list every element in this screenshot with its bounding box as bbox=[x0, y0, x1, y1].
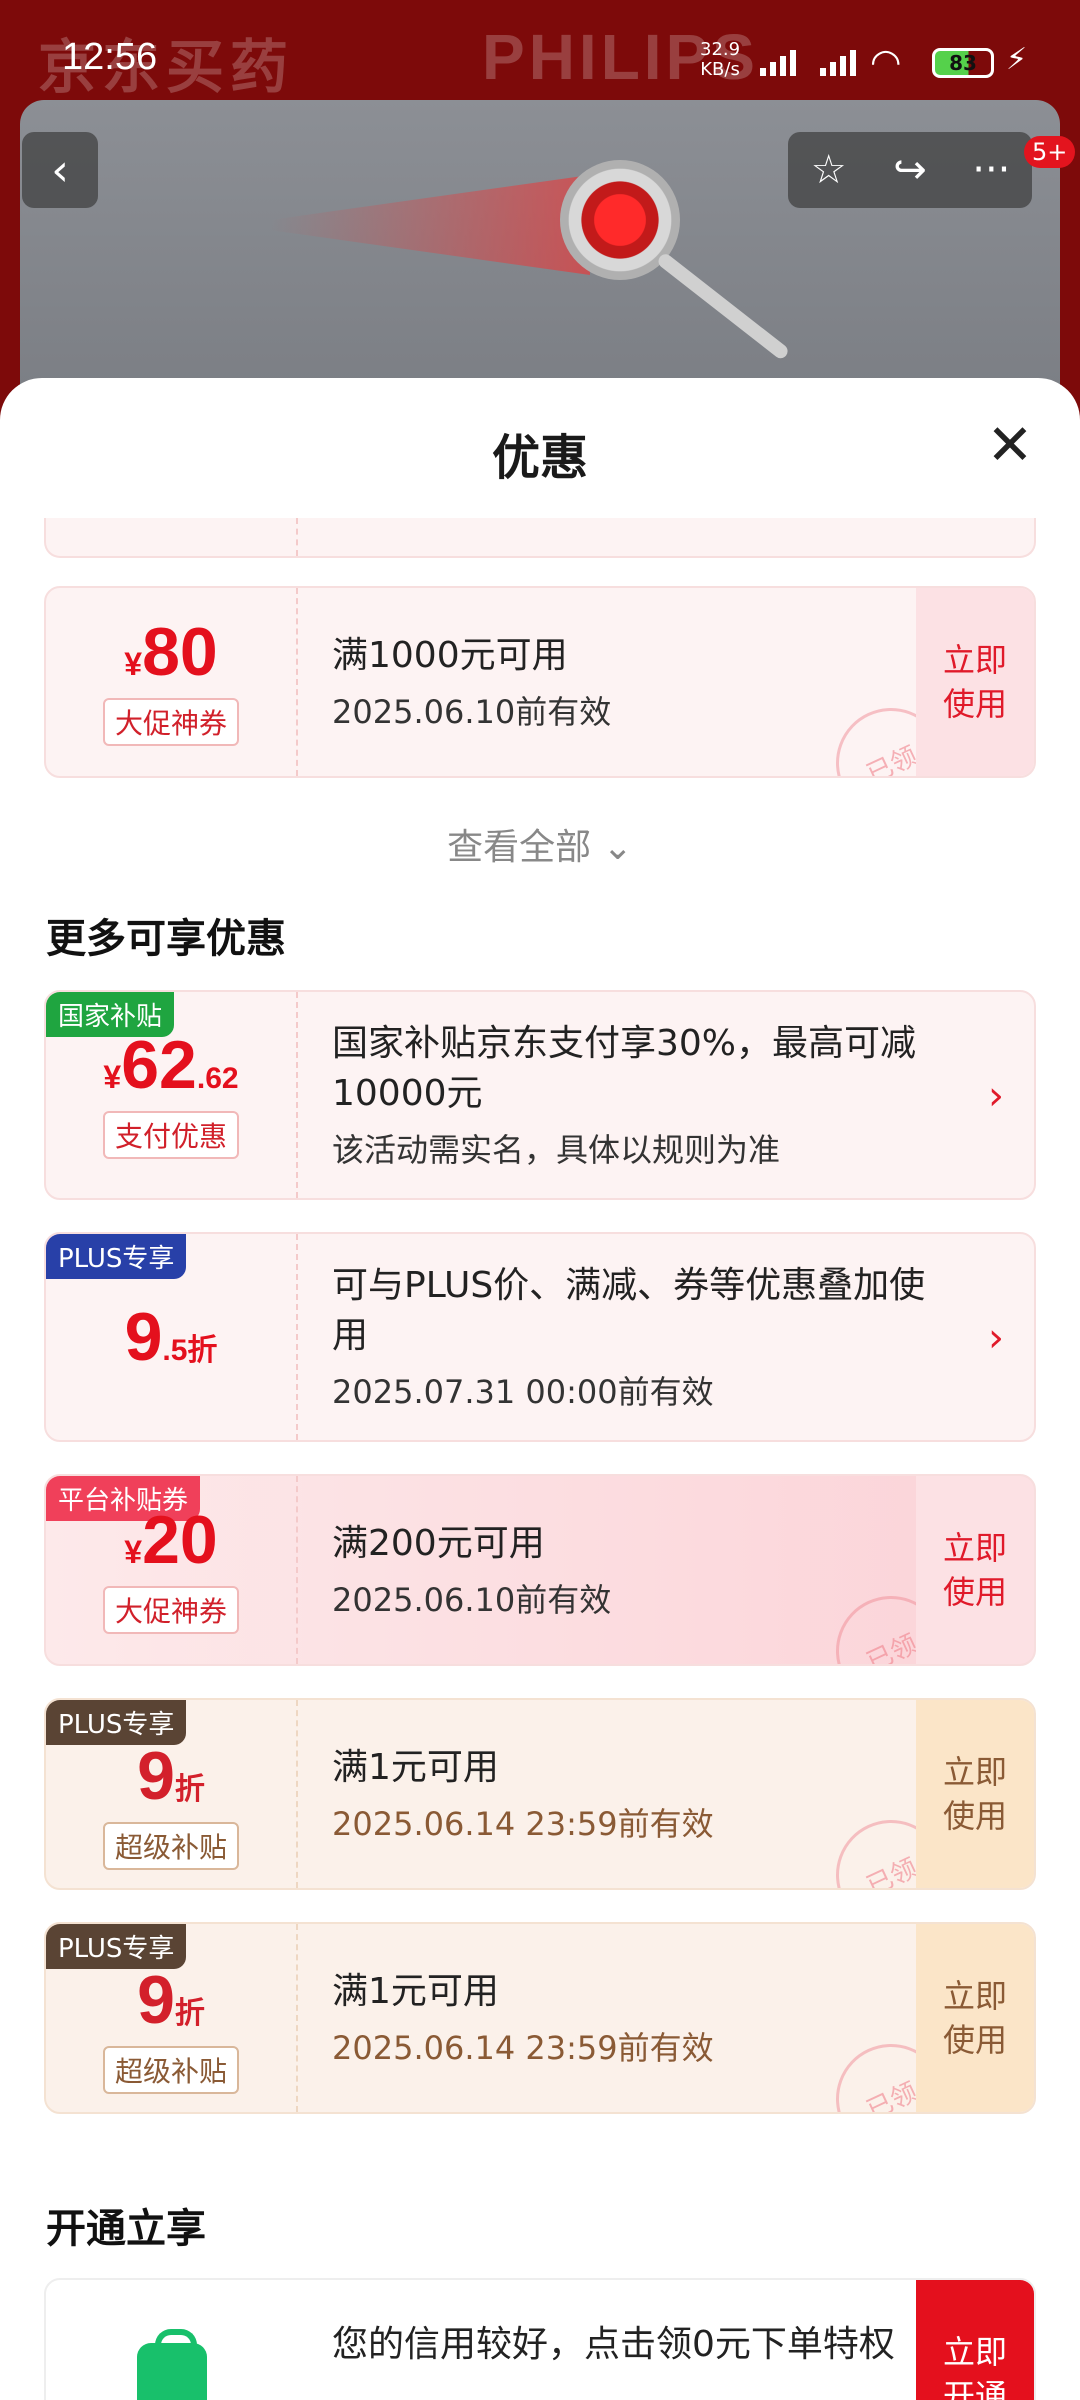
coupon-tag: 大促神券 bbox=[102, 1586, 239, 1634]
offer-card[interactable]: 国家补贴 ¥62.62 支付优惠 国家补贴京东支付享30%，最高可减10000元… bbox=[44, 990, 1036, 1200]
offers-sheet: 优惠 ✕ ¥80 大促神券 满1000元可用 2025.06.10前有效 已领 … bbox=[0, 378, 1080, 2400]
use-now-button[interactable]: 立即 使用 bbox=[916, 1476, 1034, 1664]
net-speed: 32.9 KB/s bbox=[700, 39, 741, 80]
chevron-down-icon: ⌄ bbox=[602, 827, 633, 868]
coupon-validity: 2025.06.10前有效 bbox=[332, 1581, 612, 1619]
coupon-tag: 大促神券 bbox=[102, 698, 239, 746]
coupon-card: PLUS专享 9折 超级补贴 满1元可用 2025.06.14 23:59前有效… bbox=[44, 1922, 1036, 2114]
offer-card[interactable]: PLUS专享 9.5折 可与PLUS价、满减、券等优惠叠加使用 2025.07.… bbox=[44, 1232, 1036, 1442]
section-title-more: 更多可享优惠 bbox=[46, 916, 286, 962]
more-icon[interactable]: ··· bbox=[951, 132, 1032, 208]
coupon-tag: 超级补贴 bbox=[102, 2046, 239, 2094]
lamp-arm bbox=[655, 251, 791, 362]
open-offer-card: 您的信用较好，点击领0元下单特权 立即 开通 bbox=[44, 2278, 1036, 2400]
use-now-button[interactable]: 立即 使用 bbox=[916, 588, 1034, 776]
offer-desc: 国家补贴京东支付享30%，最高可减10000元 bbox=[332, 1023, 917, 1114]
coupon-condition: 满200元可用 bbox=[332, 1523, 545, 1564]
coupon-condition: 满1元可用 bbox=[332, 1971, 499, 2012]
nav-actions: ☆ ↪ ··· bbox=[788, 132, 1032, 208]
offer-validity: 2025.07.31 00:00前有效 bbox=[332, 1373, 714, 1411]
coupon-condition: 满1元可用 bbox=[332, 1747, 499, 1788]
charging-icon: ⚡ bbox=[1006, 42, 1028, 77]
offer-amount: ¥62.62 bbox=[103, 1027, 239, 1103]
status-bar: 12:56 32.9 KB/s ◠ 83 ⚡ bbox=[0, 0, 1080, 120]
coupon-card: 平台补贴券 ¥20 大促神券 满200元可用 2025.06.10前有效 已领 … bbox=[44, 1474, 1036, 1666]
coupon-card: PLUS专享 9折 超级补贴 满1元可用 2025.06.14 23:59前有效… bbox=[44, 1698, 1036, 1890]
coupon-tag: 超级补贴 bbox=[102, 1822, 239, 1870]
battery-icon: 83 bbox=[932, 48, 994, 78]
status-time: 12:56 bbox=[62, 36, 158, 78]
star-icon[interactable]: ☆ bbox=[788, 132, 869, 208]
sheet-title: 优惠 bbox=[491, 430, 588, 486]
coupon-amount: ¥20 bbox=[124, 1502, 218, 1578]
section-title-open: 开通立享 bbox=[46, 2206, 206, 2252]
lamp-beam bbox=[270, 175, 590, 275]
close-icon[interactable]: ✕ bbox=[980, 418, 1040, 478]
offer-note: 该活动需实名，具体以规则为准 bbox=[332, 1131, 781, 1169]
coupon-condition: 满1000元可用 bbox=[332, 635, 568, 676]
coupon-validity: 2025.06.14 23:59前有效 bbox=[332, 1805, 714, 1843]
coupon-validity: 2025.06.10前有效 bbox=[332, 693, 612, 731]
coupon-validity: 2025.06.14 23:59前有效 bbox=[332, 2029, 714, 2067]
open-now-button[interactable]: 立即 开通 bbox=[916, 2280, 1034, 2400]
signal-icon bbox=[760, 46, 810, 76]
coupon-amount: 9折 bbox=[137, 1738, 205, 1814]
offer-desc: 可与PLUS价、满减、券等优惠叠加使用 bbox=[332, 1265, 926, 1356]
view-all-link[interactable]: 查看全部 ⌄ bbox=[0, 818, 1080, 870]
coupon-amount: ¥80 bbox=[124, 614, 218, 690]
shopping-bag-icon bbox=[137, 2329, 207, 2400]
coupon-card: ¥80 大促神券 满1000元可用 2025.06.10前有效 已领 立即 使用 bbox=[44, 586, 1036, 778]
share-icon[interactable]: ↪ bbox=[869, 132, 950, 208]
use-now-button[interactable]: 立即 使用 bbox=[916, 1924, 1034, 2112]
chevron-right-icon: › bbox=[988, 1315, 1004, 1361]
coupon-card-partial bbox=[44, 518, 1036, 558]
back-arrow-icon[interactable]: ‹ bbox=[22, 132, 98, 208]
open-offer-desc: 您的信用较好，点击领0元下单特权 bbox=[332, 2324, 895, 2365]
offer-amount: 9.5折 bbox=[124, 1299, 218, 1375]
signal-icon bbox=[820, 46, 870, 76]
wifi-icon: ◠ bbox=[870, 42, 902, 83]
chevron-right-icon: › bbox=[988, 1073, 1004, 1119]
notification-badge: 5+ bbox=[1024, 136, 1076, 168]
offer-tag: 支付优惠 bbox=[102, 1111, 239, 1159]
coupon-amount: 9折 bbox=[137, 1962, 205, 2038]
use-now-button[interactable]: 立即 使用 bbox=[916, 1700, 1034, 1888]
